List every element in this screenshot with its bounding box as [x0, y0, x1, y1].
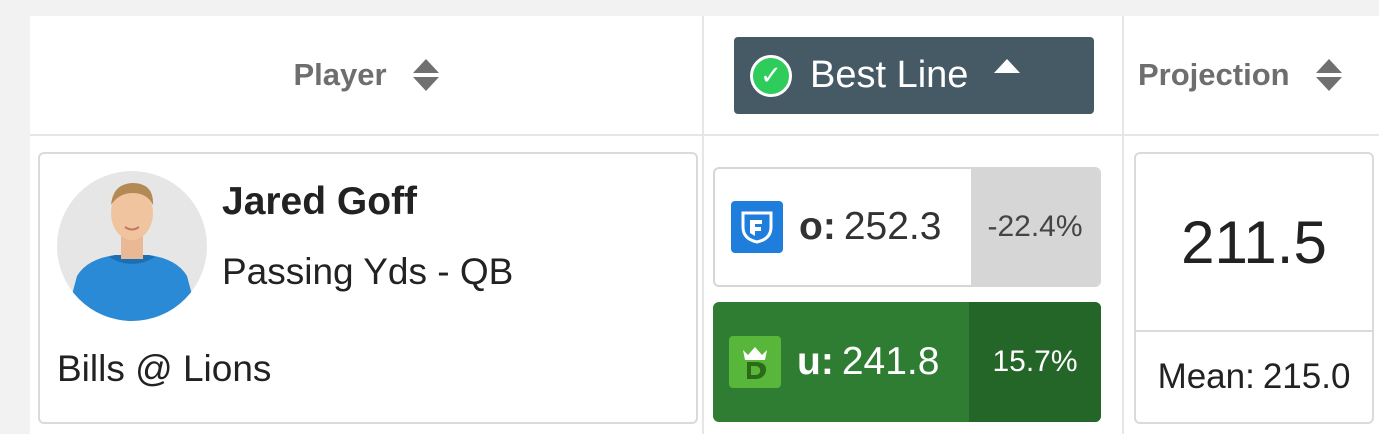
draftkings-logo-icon: [729, 336, 781, 388]
player-name: Jared Goff: [222, 180, 418, 223]
under-line-edge: 15.7%: [969, 302, 1101, 422]
player-header-label: Player: [293, 57, 387, 92]
over-line-main: o: 252.3: [715, 169, 971, 285]
best-line-header-label: Best Line: [810, 54, 969, 96]
player-column-header[interactable]: Player: [30, 16, 702, 134]
player-avatar: [57, 171, 207, 321]
projection-header-label: Projection: [1138, 57, 1290, 92]
header-divider: [30, 134, 1379, 136]
player-photo-icon: [65, 183, 199, 321]
best-line-column-header[interactable]: ✓ Best Line: [734, 37, 1094, 114]
sort-ascending-icon[interactable]: [994, 58, 1021, 73]
over-line-value: 252.3: [843, 205, 942, 248]
props-table: Player ✓ Best Line Projection Jared Goff…: [30, 16, 1379, 434]
under-side-label: u:: [797, 340, 834, 383]
mean-value: 215.0: [1262, 357, 1351, 396]
column-divider: [702, 16, 704, 434]
under-line-main: u: 241.8: [713, 302, 969, 422]
fanduel-logo-icon: [731, 201, 783, 253]
projection-mean: Mean: 215.0: [1136, 332, 1372, 422]
mean-label: Mean:: [1157, 357, 1255, 396]
over-line-button[interactable]: o: 252.3 -22.4%: [713, 167, 1101, 287]
projection-card[interactable]: 211.5 Mean: 215.0: [1134, 152, 1374, 424]
over-side-label: o:: [799, 205, 836, 248]
check-circle-icon: ✓: [750, 54, 792, 97]
under-line-value: 241.8: [841, 340, 940, 383]
over-line-edge: -22.4%: [971, 169, 1099, 285]
game-matchup: Bills @ Lions: [57, 348, 272, 389]
player-card[interactable]: Jared Goff Passing Yds - QB Bills @ Lion…: [38, 152, 698, 424]
projection-value: 211.5: [1181, 208, 1327, 276]
sort-both-icon[interactable]: [412, 59, 439, 91]
under-line-button[interactable]: u: 241.8 15.7%: [713, 302, 1101, 422]
player-market: Passing Yds - QB: [222, 251, 514, 292]
projection-column-header[interactable]: Projection: [1124, 16, 1379, 134]
sort-both-icon[interactable]: [1315, 59, 1342, 91]
